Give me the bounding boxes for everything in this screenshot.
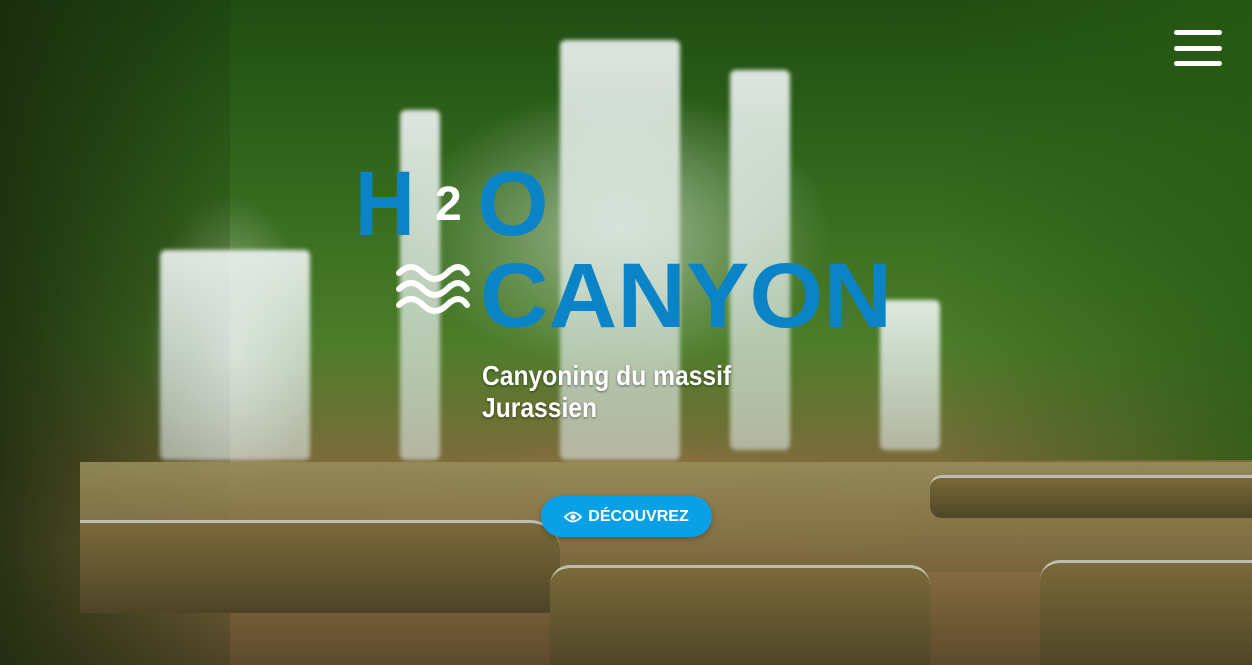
ledge-right-lower [1040,560,1252,665]
decouvrez-label: DÉCOUVREZ [588,507,689,525]
ledge-center [550,565,930,665]
eye-icon [564,511,583,522]
trees-right [932,0,1252,460]
ledge-left [80,520,560,613]
menu-bar [1174,45,1222,51]
logo-o: O [477,155,549,255]
h2o-canyon-logo: H 2 O CANYON [355,155,892,335]
menu-bar [1174,61,1222,66]
logo-h: H [355,155,415,255]
logo-subscript: 2 [435,178,462,231]
tagline: Canyoning du massif Jurassien [482,360,732,423]
decouvrez-button[interactable]: DÉCOUVREZ [541,496,712,537]
menu-bar [1174,30,1222,35]
ledge-right [930,475,1252,518]
waterfall-left [160,250,310,460]
hamburger-menu-icon[interactable] [1174,30,1222,66]
logo-canyon: CANYON [480,245,892,335]
waves-icon [396,264,470,314]
